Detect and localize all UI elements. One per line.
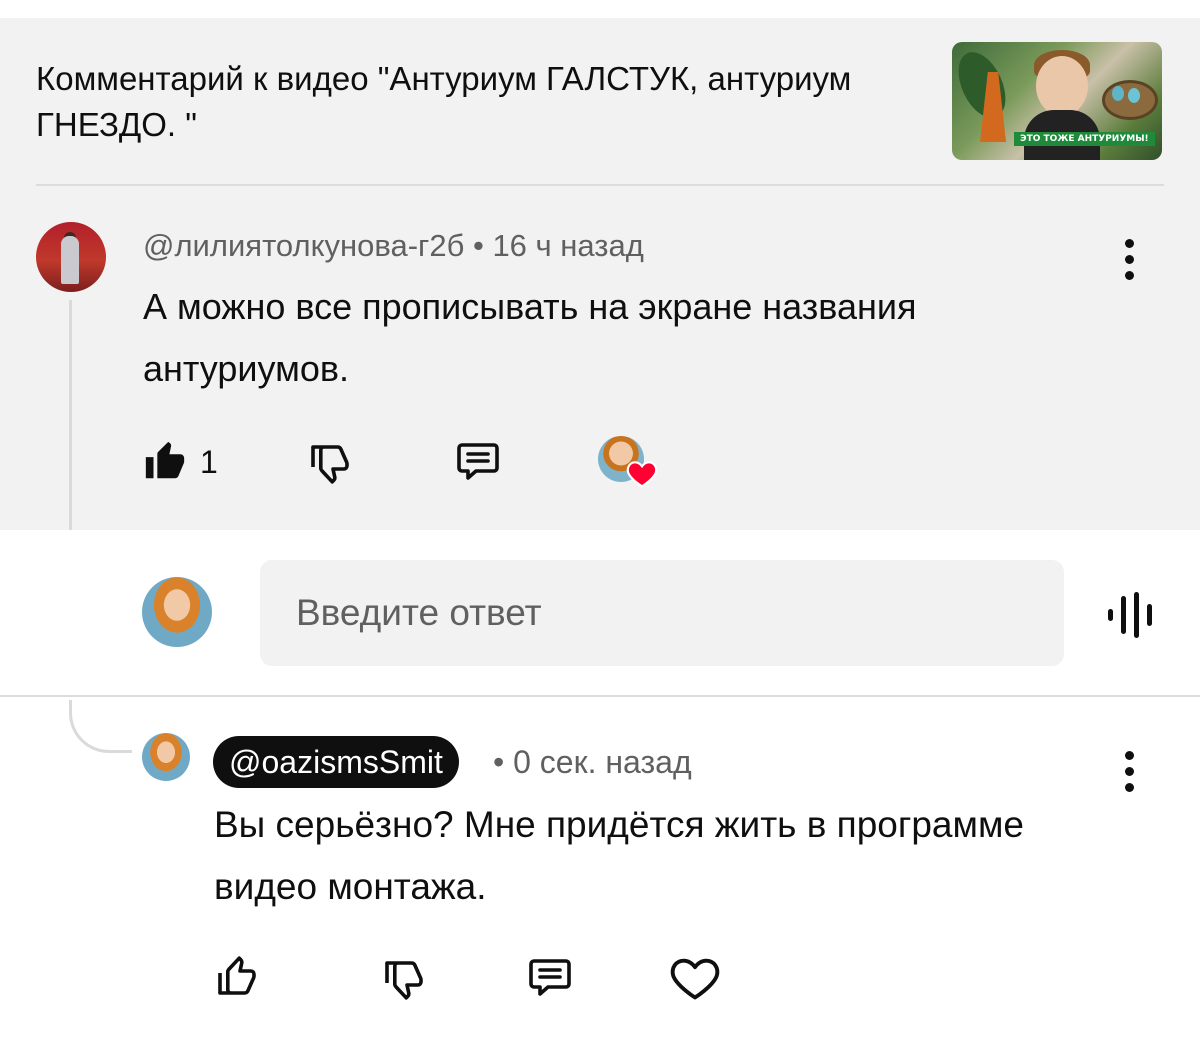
video-title[interactable]: Комментарий к видео "Антуриум ГАЛСТУК, а…: [36, 56, 936, 148]
thumbs-up-icon: [218, 956, 256, 995]
comment-author[interactable]: @лилиятолкунова-г2б: [143, 228, 464, 263]
heart-icon: [626, 461, 658, 488]
thumbnail-egg: [1112, 86, 1124, 101]
video-thumbnail[interactable]: ЭТО ТОЖЕ АНТУРИУМЫ!: [952, 42, 1162, 160]
avatar-person: [61, 236, 79, 284]
thumbs-up-filled-icon: [145, 441, 185, 479]
mic-icon: [1108, 592, 1152, 638]
reply-button[interactable]: [524, 952, 576, 1002]
kebab-dot: [1125, 783, 1134, 792]
reply-icon: [457, 443, 499, 480]
thumbnail-egg: [1128, 88, 1140, 103]
thumbnail-face: [1036, 56, 1088, 116]
reply-button[interactable]: [452, 436, 504, 486]
like-button[interactable]: [140, 436, 190, 486]
meta-separator: •: [472, 228, 484, 263]
kebab-dot: [1125, 751, 1134, 760]
comment-text: А можно все прописывать на экране назван…: [143, 286, 917, 389]
kebab-dot: [1125, 271, 1134, 280]
like-count: 1: [200, 444, 218, 480]
avatar[interactable]: [36, 222, 106, 292]
creator-heart: [598, 436, 660, 492]
heart-icon: [670, 958, 720, 1000]
thumbs-down-icon: [385, 961, 423, 1000]
reply-input[interactable]: [260, 560, 1064, 666]
user-avatar[interactable]: [142, 577, 212, 647]
mic-button[interactable]: [1104, 590, 1160, 640]
reply-text: Вы серьёзно? Мне придётся жить в програм…: [214, 804, 1024, 907]
kebab-dot: [1125, 767, 1134, 776]
dislike-button[interactable]: [304, 436, 356, 488]
thread-line: [69, 300, 72, 530]
like-button[interactable]: [211, 952, 263, 1004]
thread-connector: [69, 700, 132, 753]
kebab-dot: [1125, 255, 1134, 264]
more-vert-icon[interactable]: [1117, 748, 1141, 796]
dislike-button[interactable]: [378, 952, 430, 1004]
thumbs-down-icon: [311, 445, 349, 484]
avatar[interactable]: [142, 733, 190, 781]
reply-author-chip[interactable]: @oazismsSmit: [213, 736, 459, 788]
reply-meta: • 0 сек. назад: [493, 744, 692, 781]
comment-time: 16 ч назад: [492, 228, 644, 263]
divider: [0, 695, 1200, 697]
reply-icon: [529, 959, 571, 996]
meta-separator: •: [493, 744, 505, 780]
more-vert-icon[interactable]: [1117, 236, 1141, 284]
reply-time: 0 сек. назад: [513, 744, 692, 780]
heart-button[interactable]: [668, 952, 722, 1004]
kebab-dot: [1125, 239, 1134, 248]
thumbnail-caption: ЭТО ТОЖЕ АНТУРИУМЫ!: [1014, 132, 1155, 146]
divider: [36, 184, 1164, 186]
comment-meta: @лилиятолкунова-г2б • 16 ч назад: [143, 228, 644, 264]
